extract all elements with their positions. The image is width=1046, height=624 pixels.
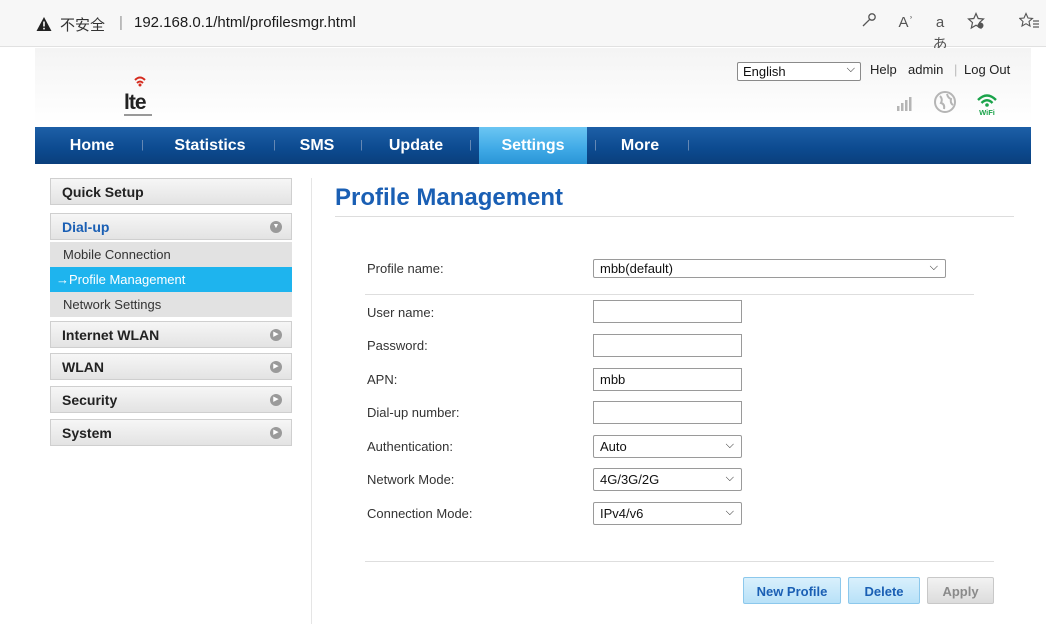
collapse-icon: ▼ (270, 221, 282, 233)
chevron-down-icon: ⌵ (929, 261, 938, 273)
form-divider (365, 294, 974, 295)
language-select[interactable]: English ⌵ (737, 62, 861, 81)
chevron-down-icon: ⌵ (725, 472, 734, 484)
chevron-down-icon: ⌵ (846, 63, 855, 75)
logout-link[interactable]: Log Out (964, 62, 1010, 77)
key-icon[interactable] (858, 12, 880, 34)
page-title: Profile Management (335, 184, 564, 211)
sidebar-item-internet-wlan[interactable]: Internet WLAN ▶ (50, 321, 292, 348)
nav-statistics[interactable]: Statistics (160, 127, 260, 164)
username-label: User name: (367, 305, 435, 320)
dialup-number-input[interactable] (593, 401, 742, 424)
internet-globe-icon (934, 91, 956, 113)
authentication-select[interactable]: Auto ⌵ (593, 435, 742, 458)
sidebar-subitem-network-settings[interactable]: Network Settings (50, 292, 292, 317)
nav-separator: | (360, 139, 363, 151)
username-input[interactable] (593, 300, 742, 323)
sidebar-item-label: System (62, 425, 112, 441)
expand-icon: ▶ (270, 361, 282, 373)
main-nav: Home | Statistics | SMS | Update | Setti… (35, 127, 1031, 164)
sidebar-item-security[interactable]: Security ▶ (50, 386, 292, 413)
read-aloud-icon[interactable]: Aʾ (895, 12, 917, 34)
authentication-label: Authentication: (367, 439, 454, 454)
apply-button[interactable]: Apply (927, 577, 994, 604)
header: lte English ⌵ Help admin | Log Out WiFi (35, 48, 1031, 124)
sidebar-item-label: Dial-up (62, 219, 110, 235)
favorite-add-icon[interactable] (965, 12, 987, 34)
chevron-down-icon: ⌵ (725, 506, 734, 518)
sidebar-item-label: Internet WLAN (62, 327, 160, 343)
translate-icon[interactable]: aあ (929, 12, 951, 53)
browser-address-bar: 不安全 | 192.168.0.1/html/profilesmgr.html … (0, 0, 1046, 53)
title-divider (335, 216, 1014, 217)
address-separator: | (119, 14, 123, 31)
expand-icon: ▶ (270, 394, 282, 406)
svg-text:WiFi: WiFi (979, 108, 995, 116)
profile-name-select[interactable]: mbb(default) ⌵ (593, 259, 946, 278)
profile-name-value: mbb(default) (600, 261, 673, 276)
admin-link[interactable]: admin (908, 62, 943, 77)
password-label: Password: (367, 338, 428, 353)
connection-mode-value: IPv4/v6 (600, 506, 644, 521)
apn-label: APN: (367, 372, 398, 387)
nav-separator: | (141, 139, 144, 151)
expand-icon: ▶ (270, 427, 282, 439)
favorites-icon[interactable] (1018, 12, 1040, 34)
connection-mode-select[interactable]: IPv4/v6 ⌵ (593, 502, 742, 525)
chevron-down-icon: ⌵ (725, 439, 734, 451)
password-input[interactable] (593, 334, 742, 357)
expand-icon: ▶ (270, 329, 282, 341)
nav-separator: | (687, 139, 690, 151)
nav-separator: | (594, 139, 597, 151)
sidebar-subitem-mobile-connection[interactable]: Mobile Connection (50, 242, 292, 267)
buttons-divider (365, 561, 994, 562)
signal-strength-icon (897, 97, 912, 111)
sidebar-subitem-profile-management[interactable]: →Profile Management (50, 267, 292, 292)
sidebar-item-system[interactable]: System ▶ (50, 419, 292, 446)
authentication-value: Auto (600, 439, 627, 454)
new-profile-button[interactable]: New Profile (743, 577, 841, 604)
nav-separator: | (469, 139, 472, 151)
apn-input[interactable] (593, 368, 742, 391)
content-divider (311, 178, 312, 624)
url-field[interactable]: 192.168.0.1/html/profilesmgr.html (134, 14, 356, 31)
sidebar-item-wlan[interactable]: WLAN ▶ (50, 353, 292, 380)
sidebar-item-label: WLAN (62, 359, 104, 375)
nav-sms[interactable]: SMS (292, 127, 342, 164)
nav-home[interactable]: Home (57, 127, 127, 164)
network-mode-value: 4G/3G/2G (600, 472, 660, 487)
header-divider: | (954, 62, 958, 77)
nav-more[interactable]: More (605, 127, 675, 164)
nav-separator: | (273, 139, 276, 151)
language-value: English (743, 64, 786, 79)
delete-button[interactable]: Delete (848, 577, 920, 604)
help-link[interactable]: Help (870, 62, 897, 77)
router-page: lte English ⌵ Help admin | Log Out WiFi … (35, 48, 1031, 624)
logo-underline (124, 114, 152, 116)
warning-icon[interactable] (36, 16, 52, 32)
nav-update[interactable]: Update (380, 127, 452, 164)
nav-settings[interactable]: Settings (479, 127, 587, 164)
sidebar-item-label: Security (62, 392, 118, 408)
profile-name-label: Profile name: (367, 261, 444, 276)
sidebar-item-quick-setup[interactable]: Quick Setup (50, 178, 292, 205)
sidebar-item-dial-up[interactable]: Dial-up ▼ (50, 213, 292, 240)
connection-mode-label: Connection Mode: (367, 506, 473, 521)
network-mode-label: Network Mode: (367, 472, 455, 487)
logo-text: lte (124, 91, 146, 114)
dialup-number-label: Dial-up number: (367, 405, 460, 420)
security-status-text[interactable]: 不安全 (60, 14, 105, 35)
wifi-icon: WiFi (977, 94, 997, 116)
network-mode-select[interactable]: 4G/3G/2G ⌵ (593, 468, 742, 491)
